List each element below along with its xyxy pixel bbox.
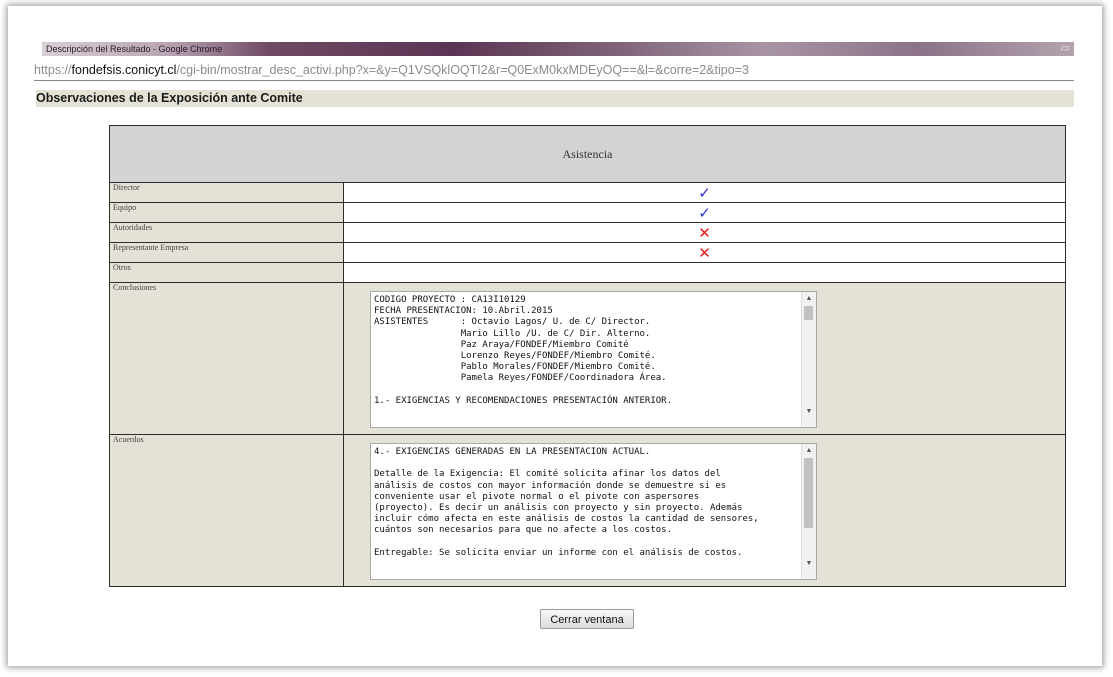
- acuerdos-label: Acuerdos: [109, 434, 344, 587]
- check-icon: ✓: [698, 203, 711, 222]
- empty-value: [343, 262, 1066, 283]
- row-label: Otros: [109, 262, 344, 283]
- scroll-thumb[interactable]: [804, 458, 813, 528]
- scroll-up-icon[interactable]: ▲: [802, 444, 816, 456]
- row-label: Equipo: [109, 202, 344, 223]
- acuerdos-textarea[interactable]: 4.- EXIGENCIAS GENERADAS EN LA PRESENTAC…: [370, 443, 817, 580]
- check-icon: ✓: [698, 183, 711, 202]
- conclusiones-textarea[interactable]: CODIGO PROYECTO : CA13I10129 FECHA PRESE…: [370, 291, 817, 428]
- cross-icon: ✕: [698, 243, 711, 262]
- conclusiones-row: Conclusiones CODIGO PROYECTO : CA13I1012…: [109, 282, 1066, 435]
- table-row: Equipo ✓: [109, 202, 1066, 223]
- window-title: Descripción del Resultado - Google Chrom…: [46, 44, 223, 54]
- acuerdos-text: 4.- EXIGENCIAS GENERADAS EN LA PRESENTAC…: [374, 447, 759, 558]
- table-row: Autoridades ✕: [109, 222, 1066, 243]
- address-bar[interactable]: https://fondefsis.conicyt.cl/cgi-bin/mos…: [34, 60, 1074, 81]
- scroll-up-icon[interactable]: ▲: [802, 292, 816, 304]
- row-label: Director: [109, 182, 344, 203]
- conclusiones-text: CODIGO PROYECTO : CA13I10129 FECHA PRESE…: [374, 295, 673, 406]
- acuerdos-scrollbar[interactable]: ▲ ▼: [801, 444, 816, 579]
- close-window-button[interactable]: Cerrar ventana: [540, 609, 634, 629]
- table-row: Director ✓: [109, 182, 1066, 203]
- url-path: /cgi-bin/mostrar_desc_activi.php?x=&y=Q1…: [176, 63, 749, 77]
- acuerdos-row: Acuerdos 4.- EXIGENCIAS GENERADAS EN LA …: [109, 434, 1066, 587]
- row-label: Autoridades: [109, 222, 344, 243]
- scroll-down-icon[interactable]: ▼: [802, 405, 816, 417]
- attendance-table: Asistencia Director ✓ Equipo ✓ Autoridad…: [109, 125, 1066, 587]
- scroll-down-icon[interactable]: ▼: [802, 557, 816, 569]
- attendance-header: Asistencia: [109, 125, 1066, 183]
- window-controls-icon[interactable]: ▭: [1061, 42, 1070, 56]
- conclusiones-label: Conclusiones: [109, 282, 344, 435]
- row-label: Representante Empresa: [109, 242, 344, 263]
- scroll-thumb[interactable]: [804, 306, 813, 320]
- page-title: Observaciones de la Exposición ante Comi…: [36, 90, 1074, 107]
- url-prefix: https://: [34, 63, 72, 77]
- cross-icon: ✕: [698, 223, 711, 242]
- table-row: Otros: [109, 262, 1066, 283]
- window-titlebar[interactable]: Descripción del Resultado - Google Chrom…: [42, 42, 1074, 56]
- conclusiones-scrollbar[interactable]: ▲ ▼: [801, 292, 816, 427]
- table-row: Representante Empresa ✕: [109, 242, 1066, 263]
- url-host: fondefsis.conicyt.cl: [71, 63, 177, 77]
